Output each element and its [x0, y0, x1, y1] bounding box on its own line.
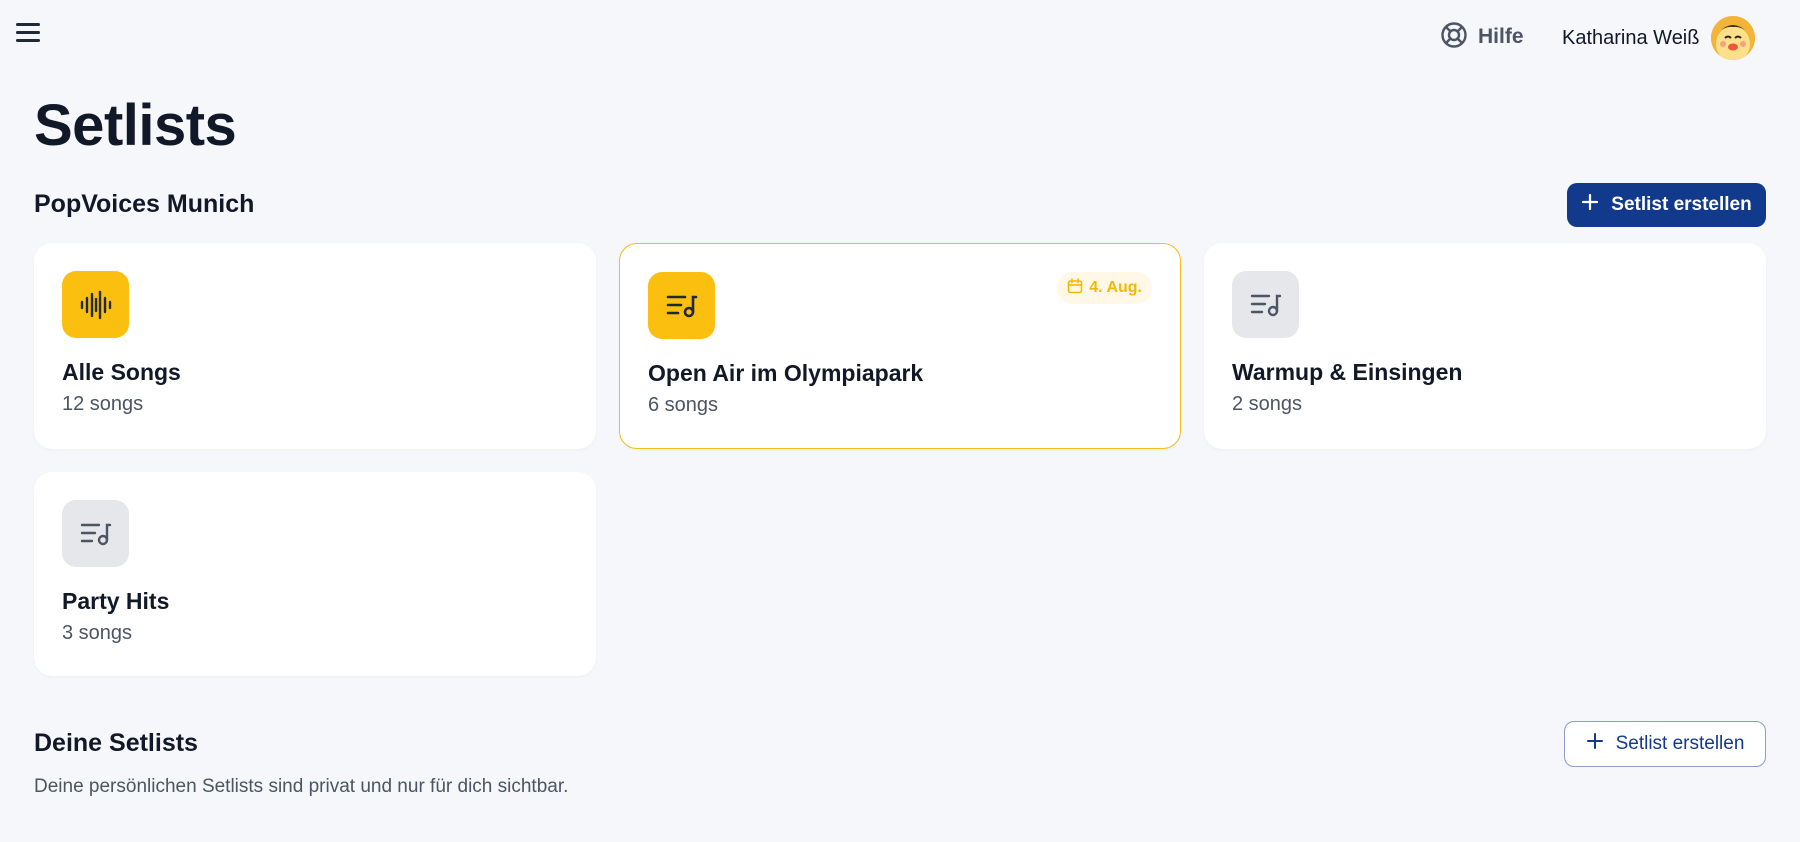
calendar-icon [1067, 277, 1083, 299]
card-song-count: 3 songs [62, 622, 133, 644]
card-song-count: 12 songs [62, 393, 144, 415]
card-song-count: 2 songs [1232, 393, 1303, 415]
hamburger-menu-icon[interactable] [14, 20, 42, 46]
setlist-card-warmup[interactable]: Warmup & Einsingen 2 songs [1204, 243, 1766, 449]
group-section-title: PopVoices Munich [34, 190, 255, 218]
create-setlist-button[interactable]: Setlist erstellen [1567, 183, 1766, 227]
lifebuoy-icon [1440, 21, 1468, 54]
setlist-music-icon [648, 272, 715, 339]
date-badge: 4. Aug. [1057, 272, 1152, 304]
setlist-music-icon [62, 500, 129, 567]
audio-waveform-icon [62, 271, 129, 338]
setlist-card-alle-songs[interactable]: Alle Songs 12 songs [34, 243, 596, 449]
plus-icon [1586, 732, 1604, 756]
help-link[interactable]: Hilfe [1440, 21, 1524, 54]
card-title: Party Hits [62, 588, 170, 614]
date-badge-label: 4. Aug. [1089, 279, 1142, 296]
setlist-card-open-air[interactable]: 4. Aug. Open Air im Olympiapark 6 songs [619, 243, 1181, 449]
setlist-music-icon [1232, 271, 1299, 338]
top-bar: Hilfe Katharina Weiß [0, 0, 1800, 72]
avatar [1711, 16, 1756, 60]
card-song-count: 6 songs [648, 394, 719, 416]
personal-section-title: Deine Setlists [34, 729, 198, 757]
create-setlist-label: Setlist erstellen [1611, 194, 1752, 215]
user-name: Katharina Weiß [1562, 26, 1700, 49]
card-title: Alle Songs [62, 359, 181, 385]
card-title: Warmup & Einsingen [1232, 359, 1463, 385]
card-title: Open Air im Olympiapark [648, 360, 924, 386]
page-title: Setlists [34, 93, 237, 158]
plus-icon [1581, 193, 1599, 217]
create-personal-setlist-label: Setlist erstellen [1615, 733, 1745, 754]
setlist-card-party-hits[interactable]: Party Hits 3 songs [34, 472, 596, 676]
help-label: Hilfe [1478, 25, 1524, 48]
personal-section-description: Deine persönlichen Setlists sind privat … [34, 776, 569, 797]
user-menu[interactable]: Katharina Weiß [1562, 16, 1756, 60]
create-personal-setlist-button[interactable]: Setlist erstellen [1564, 721, 1766, 767]
